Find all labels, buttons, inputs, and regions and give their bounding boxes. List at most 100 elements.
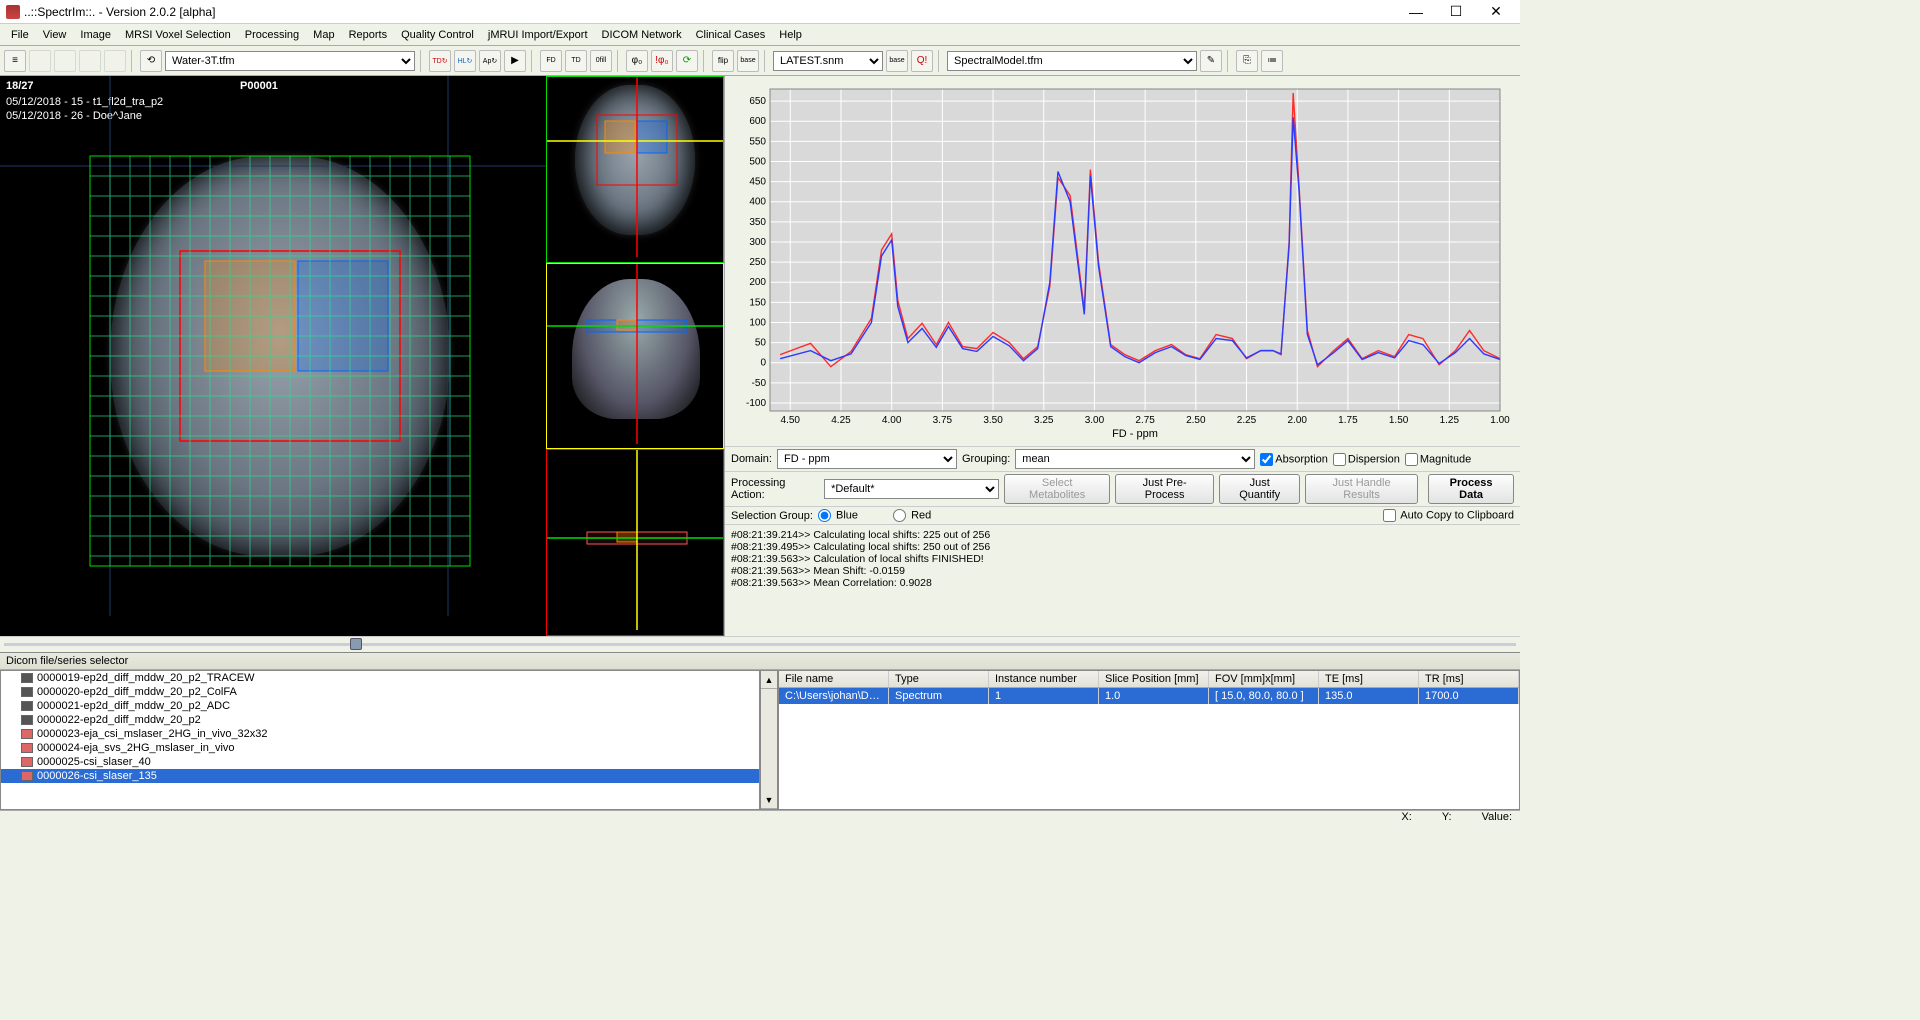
processing-action-dropdown[interactable]: *Default* [824,479,999,499]
series-item[interactable]: 0000025-csi_slaser_40 [1,755,759,769]
toolbar-edit-icon[interactable]: ✎ [1200,50,1222,72]
close-button[interactable]: ✕ [1478,2,1514,22]
menu-qc[interactable]: Quality Control [394,27,481,43]
table-header[interactable]: TE [ms] [1319,671,1419,687]
series-item[interactable]: 0000026-csi_slaser_135 [1,769,759,783]
toolbar-apod[interactable]: Ap↻ [479,50,501,72]
svg-text:2.75: 2.75 [1135,415,1155,426]
table-header[interactable]: TR [ms] [1419,671,1519,687]
scroll-up-icon[interactable]: ▲ [761,671,777,689]
model-dropdown[interactable]: SpectralModel.tfm [947,51,1197,71]
series-item[interactable]: 0000023-eja_csi_mslaser_2HG_in_vivo_32x3… [1,727,759,741]
menu-mrsi-voxel[interactable]: MRSI Voxel Selection [118,27,238,43]
svg-text:150: 150 [749,297,766,308]
menu-view[interactable]: View [36,27,74,43]
series-item[interactable]: 0000022-ep2d_diff_mddw_20_p2 [1,713,759,727]
table-cell: C:\Users\johan\Doc… [779,688,889,704]
link-icon[interactable]: ⟲ [140,50,162,72]
svg-text:250: 250 [749,257,766,268]
toolbar-hlsvd[interactable]: HL↻ [454,50,476,72]
svg-text:3.50: 3.50 [983,415,1003,426]
axial-viewer[interactable]: 18/27 P00001 05/12/2018 - 15 - t1_fl2d_t… [0,76,546,636]
svg-text:450: 450 [749,177,766,188]
autocopy-checkbox[interactable]: Auto Copy to Clipboard [1383,509,1514,522]
minimize-button[interactable]: — [1398,2,1434,22]
slice-slider[interactable] [0,636,1520,652]
table-header[interactable]: Type [889,671,989,687]
slice-slider-thumb[interactable] [350,638,362,650]
triview-sagittal[interactable] [546,449,724,636]
snm-dropdown[interactable]: LATEST.snm [773,51,883,71]
domain-dropdown[interactable]: FD - ppm [777,449,957,469]
svg-text:50: 50 [755,338,767,349]
grouping-dropdown[interactable]: mean [1015,449,1255,469]
axial-grid-overlay [0,76,546,616]
just-quantify-button[interactable]: Just Quantify [1219,474,1299,504]
selection-group-row: Selection Group: Blue Red Auto Copy to C… [725,506,1520,524]
absorption-checkbox[interactable]: Absorption [1260,453,1328,466]
menu-file[interactable]: File [4,27,36,43]
toolbar-flag-icon[interactable]: ▶ [504,50,526,72]
table-cell: 1 [989,688,1099,704]
toolbar-baseline[interactable]: base [737,50,759,72]
radio-red[interactable]: Red [893,509,931,522]
log-area[interactable]: #08:21:39.214>> Calculating local shifts… [725,524,1520,636]
table-header[interactable]: FOV [mm]x[mm] [1209,671,1319,687]
maximize-button[interactable]: ☐ [1438,2,1474,22]
series-scroll[interactable]: ▲ ▼ [760,670,778,810]
series-tree[interactable]: 0000019-ep2d_diff_mddw_20_p2_TRACEW00000… [0,670,760,810]
table-header[interactable]: Slice Position [mm] [1099,671,1209,687]
just-preprocess-button[interactable]: Just Pre-Process [1115,474,1215,504]
svg-text:4.25: 4.25 [831,415,851,426]
toolbar-tdfid-1[interactable]: TD↻ [429,50,451,72]
triview-axial[interactable] [546,76,724,263]
toolbar-qi-icon[interactable]: Q! [911,50,933,72]
series-item[interactable]: 0000019-ep2d_diff_mddw_20_p2_TRACEW [1,671,759,685]
menu-jmrui[interactable]: jMRUI Import/Export [481,27,595,43]
table-header[interactable]: Instance number [989,671,1099,687]
table-cell: [ 15.0, 80.0, 80.0 ] [1209,688,1319,704]
toolbar-baseline2[interactable]: base [886,50,908,72]
protocol-dropdown[interactable]: Water-3T.tfm [165,51,415,71]
scroll-down-icon[interactable]: ▼ [761,791,777,809]
main-area: 18/27 P00001 05/12/2018 - 15 - t1_fl2d_t… [0,76,1520,636]
table-row[interactable]: C:\Users\johan\Doc…Spectrum11.0[ 15.0, 8… [779,688,1519,704]
menu-map[interactable]: Map [306,27,341,43]
toolbar-btn-tdfid-flourr[interactable]: ≡ [4,50,26,72]
menu-clinical[interactable]: Clinical Cases [689,27,773,43]
table-header[interactable]: File name [779,671,889,687]
triview-coronal[interactable] [546,263,724,450]
series-item[interactable]: 0000021-ep2d_diff_mddw_20_p2_ADC [1,699,759,713]
toolbar-offset-fd[interactable]: FD [540,50,562,72]
series-item[interactable]: 0000020-ep2d_diff_mddw_20_p2_ColFA [1,685,759,699]
menu-dicom[interactable]: DICOM Network [595,27,689,43]
menu-reports[interactable]: Reports [342,27,395,43]
status-value: Value: [1482,811,1512,826]
svg-text:2.25: 2.25 [1237,415,1257,426]
file-table[interactable]: File nameTypeInstance numberSlice Positi… [778,670,1520,810]
toolbar-phi1-icon[interactable]: !φ₀ [651,50,673,72]
toolbar-list-icon[interactable]: ≔ [1261,50,1283,72]
process-data-button[interactable]: Process Data [1428,474,1514,504]
toolbar-copy-icon[interactable]: ⎘ [1236,50,1258,72]
spectrum-plot[interactable]: -100-50050100150200250300350400450500550… [725,76,1520,446]
toolbar-offset-td[interactable]: TD [565,50,587,72]
menu-processing[interactable]: Processing [238,27,306,43]
toolbar-0filling[interactable]: 0fill [590,50,612,72]
radio-blue[interactable]: Blue [818,509,858,522]
dispersion-checkbox[interactable]: Dispersion [1333,453,1400,466]
menu-image[interactable]: Image [73,27,118,43]
svg-text:2.00: 2.00 [1287,415,1307,426]
magnitude-checkbox[interactable]: Magnitude [1405,453,1471,466]
log-line: #08:21:39.214>> Calculating local shifts… [731,529,1514,541]
selection-group-label: Selection Group: [731,510,813,522]
svg-text:400: 400 [749,197,766,208]
menu-help[interactable]: Help [772,27,809,43]
log-line: #08:21:39.563>> Calculation of local shi… [731,553,1514,565]
series-item[interactable]: 0000024-eja_svs_2HG_mslaser_in_vivo [1,741,759,755]
svg-text:-50: -50 [752,378,767,389]
log-line: #08:21:39.563>> Mean Correlation: 0.9028 [731,577,1514,589]
toolbar-reset-icon[interactable]: ⟳ [676,50,698,72]
toolbar-flip-icon[interactable]: flip [712,50,734,72]
toolbar-phi0-icon[interactable]: φ₀ [626,50,648,72]
